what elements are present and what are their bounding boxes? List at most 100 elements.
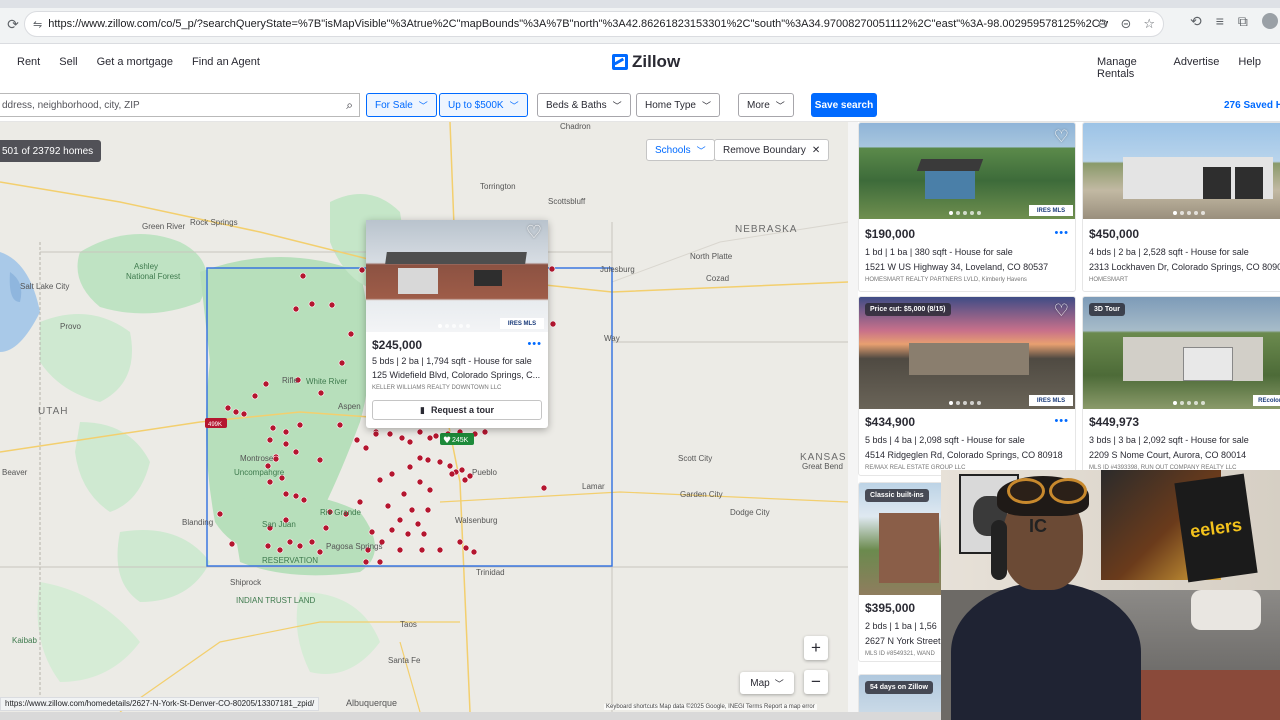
map-view[interactable]: 499K 245K ♥ 501 of 23792 homes Schools ﹀… <box>0 122 848 712</box>
close-icon: ✕ <box>811 144 821 156</box>
home-type-filter-button[interactable]: Home Type ﹀ <box>636 93 720 117</box>
listing-address[interactable]: 2209 S Nome Court, Aurora, CO 80014 <box>1089 450 1246 460</box>
listing-card[interactable]: ♡ IRES MLS $190,000 ••• 1 bd | 1 ba | 38… <box>858 122 1076 292</box>
listing-price: $190,000 <box>865 227 916 241</box>
mls-logo: REcolorado <box>1253 395 1280 406</box>
map-label-san-juan: San Juan <box>262 520 296 529</box>
map-label-provo: Provo <box>60 322 81 331</box>
listing-card[interactable]: Price cut: $5,000 (8/15) ♡ IRES MLS $434… <box>858 296 1076 476</box>
chevron-down-icon: ﹀ <box>696 145 706 156</box>
search-input-text[interactable]: ddress, neighborhood, city, ZIP <box>2 100 140 111</box>
location-search-input[interactable]: ddress, neighborhood, city, ZIP ⌕ <box>0 93 360 117</box>
house-body <box>909 343 1029 375</box>
remove-boundary-button[interactable]: Remove Boundary ✕ <box>714 139 830 161</box>
listing-facts: 4 bds | 2 ba | 2,528 sqft - House for sa… <box>1089 247 1249 257</box>
more-options-icon[interactable]: ••• <box>527 338 542 350</box>
address-bar[interactable]: ⇋ https://www.zillow.com/co/5_p/?searchQ… <box>24 11 1164 37</box>
zoom-in-button[interactable]: + <box>804 636 828 660</box>
nav-manage-rentals-link[interactable]: Manage Rentals <box>1097 56 1155 80</box>
more-options-icon[interactable]: ••• <box>1054 415 1069 427</box>
save-search-button[interactable]: Save search <box>811 93 877 117</box>
nav-sell-link[interactable]: Sell <box>59 56 77 68</box>
map-label-north-platte: North Platte <box>690 252 733 261</box>
more-options-icon[interactable]: ••• <box>1054 227 1069 239</box>
save-heart-icon[interactable]: ♡ <box>1054 301 1069 321</box>
listing-card[interactable]: 3D Tour REcolorado $449,973 3 bds | 3 ba… <box>1082 296 1280 476</box>
favorite-pin-heart-icon: ♥ <box>443 436 451 446</box>
cast-icon[interactable]: ⊝ <box>1120 16 1131 32</box>
map-label-way: Way <box>604 334 620 343</box>
zoom-icon[interactable]: ⊖ <box>1098 16 1109 32</box>
listing-photo[interactable] <box>1083 123 1280 219</box>
save-heart-icon[interactable]: ♡ <box>1054 127 1069 147</box>
photo-carousel-dots[interactable] <box>949 211 981 215</box>
listing-broker: HOMESMART <box>1089 277 1128 283</box>
price-label: Up to $500K <box>448 99 504 111</box>
reload-icon[interactable]: ⟳ <box>2 13 24 35</box>
downloads-icon[interactable]: ⧉ <box>1238 13 1248 30</box>
reading-list-icon[interactable]: ≡ <box>1216 13 1224 30</box>
map-label-pagosa-springs: Pagosa Springs <box>326 542 383 551</box>
nav-help-link[interactable]: Help <box>1238 56 1261 80</box>
photo-carousel-dots[interactable] <box>438 324 470 328</box>
map-type-button[interactable]: Map ﹀ <box>740 672 794 694</box>
extensions-icon[interactable]: ⟲ <box>1190 13 1202 30</box>
save-heart-icon[interactable]: ♡ <box>526 222 542 243</box>
nav-mortgage-link[interactable]: Get a mortgage <box>97 56 173 68</box>
listing-photo[interactable]: Price cut: $5,000 (8/15) ♡ IRES MLS <box>859 297 1075 409</box>
photo-carousel-dots[interactable] <box>949 401 981 405</box>
zillow-logo-icon <box>612 54 628 70</box>
secondary-nav: Manage Rentals Advertise Help <box>1097 56 1280 80</box>
map-label-utah: UTAH <box>38 406 69 417</box>
nav-rent-link[interactable]: Rent <box>17 56 40 68</box>
more-filter-button[interactable]: More ﹀ <box>738 93 794 117</box>
home-type-label: Home Type <box>645 99 696 111</box>
popup-photo[interactable]: ♡ IRES MLS <box>366 220 548 332</box>
popup-address[interactable]: 125 Widefield Blvd, Colorado Springs, C.… <box>372 370 544 380</box>
photo-carousel-dots[interactable] <box>1173 211 1205 215</box>
map-label-chadron: Chadron <box>560 122 591 131</box>
listing-address[interactable]: 2313 Lockhaven Dr, Colorado Springs, CO … <box>1089 262 1280 272</box>
photo-carousel-dots[interactable] <box>1173 401 1205 405</box>
bookmark-star-icon[interactable]: ☆ <box>1143 16 1155 32</box>
zillow-logo[interactable]: Zillow <box>612 52 680 72</box>
map-label-great-bend: Great Bend <box>802 462 843 471</box>
map-label-green-river: Green River <box>142 222 186 231</box>
nav-advertise-link[interactable]: Advertise <box>1174 56 1220 80</box>
listing-photo[interactable]: ♡ IRES MLS <box>859 123 1075 219</box>
profile-avatar-icon[interactable] <box>1261 13 1278 29</box>
price-filter-button[interactable]: Up to $500K ﹀ <box>439 93 528 117</box>
listing-address[interactable]: 1521 W US Highway 34, Loveland, CO 80537 <box>865 262 1048 272</box>
schools-label: Schools <box>655 144 691 156</box>
map-label-uncompahgre: Uncompahgre <box>234 468 285 477</box>
house-window <box>474 270 502 286</box>
nav-find-agent-link[interactable]: Find an Agent <box>192 56 260 68</box>
for-sale-filter-button[interactable]: For Sale ﹀ <box>366 93 437 117</box>
schools-toggle-button[interactable]: Schools ﹀ <box>646 139 715 161</box>
listing-popup-card[interactable]: ♡ IRES MLS $245,000 ••• 5 bds | 2 ba | 1… <box>366 220 548 428</box>
listing-address[interactable]: 4514 Ridgeglen Rd, Colorado Springs, CO … <box>865 450 1063 460</box>
listing-address[interactable]: 2627 N York Street <box>865 636 941 646</box>
listing-photo[interactable]: 3D Tour REcolorado <box>1083 297 1280 409</box>
url-text[interactable]: https://www.zillow.com/co/5_p/?searchQue… <box>48 18 1108 30</box>
pin-label-245k[interactable]: 245K <box>452 437 469 444</box>
pin-label-499k[interactable]: 499K <box>208 422 222 428</box>
mls-logo: IRES MLS <box>500 318 544 329</box>
house-garage-door <box>1203 167 1231 199</box>
zoom-out-button[interactable]: − <box>804 670 828 694</box>
listing-card[interactable]: $450,000 4 bds | 2 ba | 2,528 sqft - Hou… <box>1082 122 1280 292</box>
request-tour-button[interactable]: ▮ Request a tour <box>372 400 542 420</box>
search-icon[interactable]: ⌕ <box>346 98 353 113</box>
chevron-down-icon: ﹀ <box>509 100 519 111</box>
tab-strip[interactable] <box>0 0 1280 8</box>
site-info-icon[interactable]: ⇋ <box>33 18 42 31</box>
map-attribution[interactable]: Keyboard shortcuts Map data ©2025 Google… <box>604 704 817 710</box>
map-label-ashley-national-forest: National Forest <box>126 272 181 281</box>
saved-homes-link[interactable]: 276 Saved H <box>1224 100 1280 111</box>
map-label-garden-city: Garden City <box>680 490 723 499</box>
webcam-poster-text: IC <box>1029 516 1047 536</box>
beds-baths-filter-button[interactable]: Beds & Baths ﹀ <box>537 93 631 117</box>
webcam-overlay: eelers IC <box>941 470 1280 720</box>
webcam-banner: eelers <box>1174 473 1258 583</box>
map-label-santa-fe: Santa Fe <box>388 656 421 665</box>
